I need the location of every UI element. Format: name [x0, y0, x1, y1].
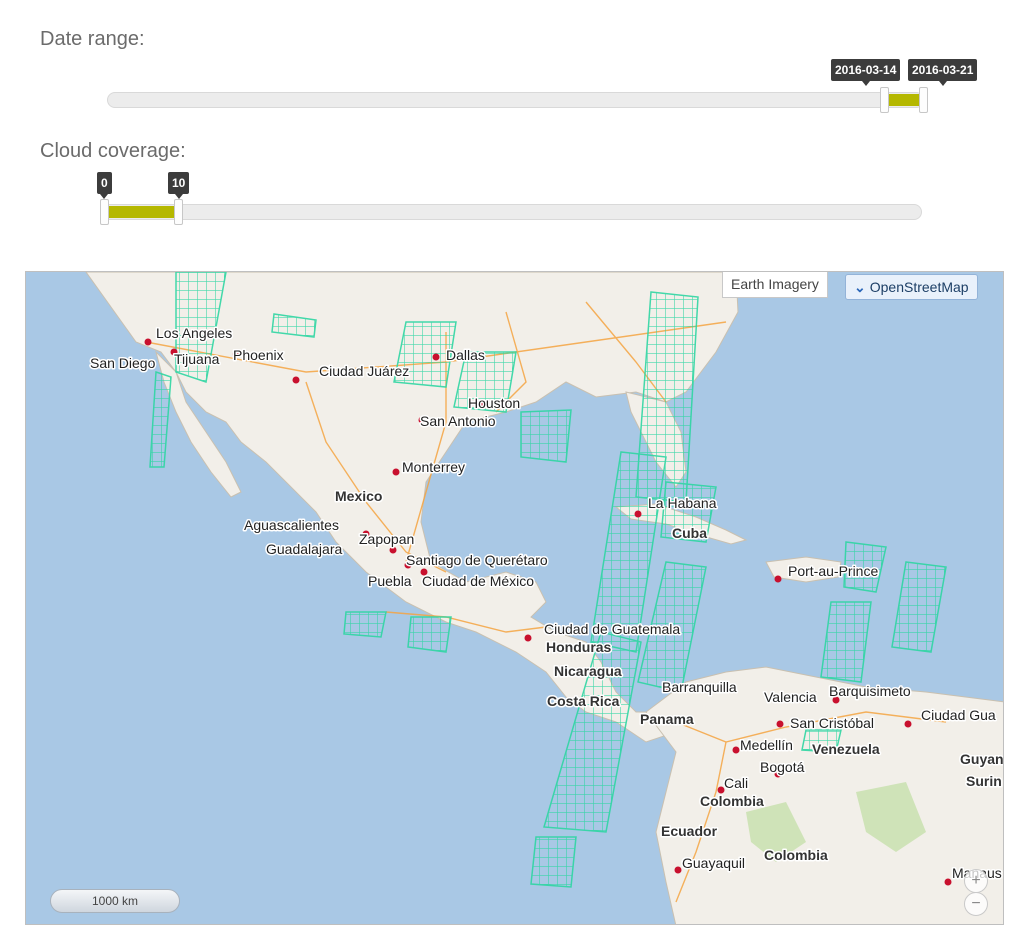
city-los-angeles: Los Angeles: [156, 325, 232, 341]
city-la-habana: La Habana: [648, 495, 717, 511]
cloud-coverage-track[interactable]: [100, 204, 922, 220]
earth-imagery-layer-button[interactable]: Earth Imagery: [722, 272, 828, 298]
city-houston: Houston: [468, 395, 520, 411]
city-san-diego: San Diego: [90, 355, 156, 371]
cloud-coverage-max-tooltip: 10: [168, 172, 190, 199]
city-ciudad-guayana: Ciudad Gua: [921, 707, 996, 723]
city-guatemala: Ciudad de Guatemala: [544, 621, 680, 637]
city-aguascalientes: Aguascalientes: [244, 517, 339, 533]
city-phoenix: Phoenix: [233, 347, 284, 363]
country-guyana: Guyana: [960, 751, 1004, 767]
country-suriname: Surin: [966, 773, 1002, 789]
city-valencia: Valencia: [764, 689, 817, 705]
date-range-max-handle[interactable]: [919, 87, 928, 113]
date-range-min-tooltip: 2016-03-14: [831, 59, 901, 86]
city-dallas: Dallas: [446, 347, 485, 363]
city-guadalajara: Guadalajara: [266, 541, 342, 557]
date-range-track[interactable]: [107, 92, 924, 108]
zoom-out-button[interactable]: −: [964, 892, 988, 916]
city-medellin: Medellín: [740, 737, 793, 753]
country-cuba: Cuba: [672, 525, 707, 541]
openstreetmap-label: OpenStreetMap: [869, 279, 969, 295]
cloud-coverage-min-handle[interactable]: [100, 199, 109, 225]
city-guayaquil: Guayaquil: [682, 855, 745, 871]
city-bogota: Bogotá: [760, 759, 805, 775]
country-panama: Panama: [640, 711, 694, 727]
date-range-fill: [886, 94, 922, 106]
country-ecuador: Ecuador: [661, 823, 718, 839]
cloud-coverage-label: Cloud coverage:: [40, 140, 186, 162]
country-venezuela: Venezuela: [812, 741, 880, 757]
city-monterrey: Monterrey: [402, 459, 465, 475]
scale-bar: 1000 km: [50, 889, 180, 913]
map-view[interactable]: Los Angeles San Diego Tijuana Phoenix Ci…: [25, 271, 1004, 925]
country-costa-rica: Costa Rica: [547, 693, 620, 709]
date-range-max-tooltip: 2016-03-21: [908, 59, 978, 86]
cloud-coverage-max-handle[interactable]: [174, 199, 183, 225]
country-colombia: Colombia: [700, 793, 764, 809]
city-port-au-prince: Port-au-Prince: [788, 563, 878, 579]
city-tijuana: Tijuana: [174, 351, 220, 367]
country-nicaragua: Nicaragua: [554, 663, 622, 679]
country-honduras: Honduras: [546, 639, 612, 655]
date-range-min-handle[interactable]: [880, 87, 889, 113]
city-puebla: Puebla: [368, 573, 412, 589]
city-cali: Cali: [724, 775, 748, 791]
city-barquisimeto: Barquisimeto: [829, 683, 911, 699]
map-canvas[interactable]: Los Angeles San Diego Tijuana Phoenix Ci…: [26, 272, 1004, 925]
city-queretaro: Santiago de Querétaro: [406, 552, 548, 568]
cloud-coverage-fill: [106, 206, 176, 218]
city-zapopan: Zapopan: [359, 531, 414, 547]
city-ciudad-juarez: Ciudad Juárez: [319, 363, 409, 379]
city-san-cristobal: San Cristóbal: [790, 715, 874, 731]
zoom-in-button[interactable]: +: [964, 869, 988, 893]
country-mexico: Mexico: [335, 488, 382, 504]
date-range-label: Date range:: [40, 28, 145, 50]
city-ciudad-mexico: Ciudad de México: [422, 573, 534, 589]
country-colombia-south: Colombia: [764, 847, 828, 863]
cloud-coverage-min-tooltip: 0: [97, 172, 112, 199]
city-san-antonio: San Antonio: [420, 413, 496, 429]
openstreetmap-layer-button[interactable]: ⌄ OpenStreetMap: [845, 274, 978, 300]
city-barranquilla: Barranquilla: [662, 679, 737, 695]
chevron-down-icon: ⌄: [854, 279, 866, 295]
